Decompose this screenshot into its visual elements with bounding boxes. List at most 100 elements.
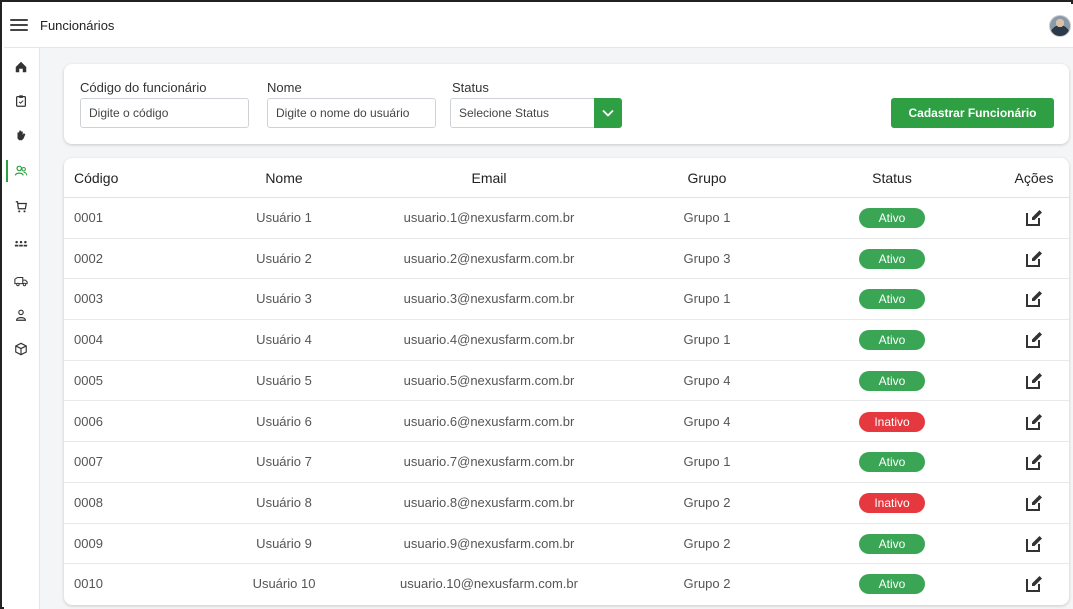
sidebar-item-hand[interactable] xyxy=(4,122,38,148)
register-employee-button[interactable]: Cadastrar Funcionário xyxy=(891,98,1054,128)
sidebar-item-truck[interactable] xyxy=(4,268,38,294)
cell-code: 0003 xyxy=(74,291,103,307)
status-badge: Ativo xyxy=(859,208,925,228)
cell-group: Grupo 2 xyxy=(683,576,731,592)
cell-name: Usuário 4 xyxy=(256,332,312,348)
code-filter-input[interactable]: Digite o código xyxy=(80,98,249,128)
edit-icon[interactable] xyxy=(1023,207,1045,229)
cell-email: usuario.5@nexusfarm.com.br xyxy=(403,372,575,388)
employees-table: Código Nome Email Grupo Status Ações 000… xyxy=(64,158,1069,605)
cell-name: Usuário 8 xyxy=(256,494,312,510)
cell-group: Grupo 1 xyxy=(683,210,731,225)
edit-icon[interactable] xyxy=(1023,451,1045,473)
status-badge: Ativo xyxy=(859,289,925,310)
group-icon xyxy=(14,240,28,247)
page-title: Funcionários xyxy=(40,18,115,33)
cell-code: 0005 xyxy=(74,372,103,388)
sidebar-item-home[interactable] xyxy=(4,54,38,80)
status-filter-select[interactable]: Selecione Status xyxy=(450,98,595,128)
status-badge: Inativo xyxy=(859,492,925,513)
column-header-code[interactable]: Código xyxy=(74,170,118,186)
edit-icon[interactable] xyxy=(1023,533,1045,555)
cell-email: usuario.3@nexusfarm.com.br xyxy=(403,291,575,307)
cell-email: usuario.7@nexusfarm.com.br xyxy=(403,454,575,470)
top-bar: Funcionários xyxy=(4,4,1073,48)
table-row[interactable]: 0007 Usuário 7 usuario.7@nexusfarm.com.br G… xyxy=(64,442,1069,483)
edit-icon[interactable] xyxy=(1023,288,1045,310)
cell-name: Usuário 10 xyxy=(252,576,316,592)
status-badge: Ativo xyxy=(859,330,925,351)
cell-group: Grupo 2 xyxy=(683,535,731,551)
cell-code: 0006 xyxy=(74,413,103,429)
table-row[interactable]: 0006 Usuário 6 usuario.6@nexusfarm.com.br G… xyxy=(64,402,1069,443)
name-filter-input[interactable]: Digite o nome do usuário xyxy=(267,98,436,128)
cell-code: 0007 xyxy=(74,454,103,470)
column-header-status[interactable]: Status xyxy=(872,170,912,186)
table-row[interactable]: 0009 Usuário 9 usuario.9@nexusfarm.com.br G… xyxy=(64,524,1069,565)
cell-name: Usuário 3 xyxy=(256,291,312,307)
sidebar xyxy=(4,48,40,609)
avatar[interactable] xyxy=(1049,15,1071,37)
cell-group: Grupo 4 xyxy=(683,413,731,429)
cell-code: 0002 xyxy=(74,250,103,266)
column-header-actions: Ações xyxy=(1014,170,1054,186)
truck-icon xyxy=(14,276,28,287)
edit-icon[interactable] xyxy=(1023,492,1045,514)
edit-icon[interactable] xyxy=(1023,248,1045,270)
status-badge: Inativo xyxy=(859,411,925,432)
sidebar-item-box[interactable] xyxy=(4,336,38,362)
hamburger-menu-icon[interactable] xyxy=(10,16,28,32)
cell-name: Usuário 9 xyxy=(256,535,312,551)
table-row[interactable]: 0003 Usuário 3 usuario.3@nexusfarm.com.br G… xyxy=(64,279,1069,321)
edit-icon[interactable] xyxy=(1023,370,1045,392)
sidebar-item-clipboard[interactable] xyxy=(4,88,38,114)
status-badge: Ativo xyxy=(859,370,925,391)
status-badge: Ativo xyxy=(859,248,925,269)
edit-icon[interactable] xyxy=(1023,411,1045,433)
cell-code: 0010 xyxy=(74,576,103,592)
app-window: Funcionários Código do funcionário Digit… xyxy=(0,0,1073,609)
column-header-email[interactable]: Email xyxy=(471,170,506,186)
chevron-down-icon xyxy=(602,109,614,117)
cell-group: Grupo 4 xyxy=(683,372,731,388)
status-badge: Ativo xyxy=(859,574,925,595)
cell-code: 0004 xyxy=(74,332,103,348)
users-icon xyxy=(14,165,28,176)
cell-name: Usuário 7 xyxy=(256,454,312,470)
cell-code: 0009 xyxy=(74,535,103,551)
cell-group: Grupo 1 xyxy=(683,332,731,348)
column-header-group[interactable]: Grupo xyxy=(688,170,727,186)
cell-code: 0008 xyxy=(74,494,103,510)
code-filter-label: Código do funcionário xyxy=(80,80,207,95)
table-row[interactable]: 0008 Usuário 8 usuario.8@nexusfarm.com.br G… xyxy=(64,483,1069,524)
box-icon xyxy=(15,342,27,356)
table-row[interactable]: 0002 Usuário 2 usuario.2@nexusfarm.com.br G… xyxy=(64,239,1069,280)
cell-email: usuario.4@nexusfarm.com.br xyxy=(403,332,575,348)
status-badge: Ativo xyxy=(859,452,925,473)
cell-name: Usuário 5 xyxy=(256,372,312,388)
cell-group: Grupo 2 xyxy=(683,494,731,510)
sidebar-item-user[interactable] xyxy=(4,302,38,328)
table-row[interactable]: 0010 Usuário 10 usuario.10@nexusfarm.com.b… xyxy=(64,564,1069,605)
cell-email: usuario.10@nexusfarm.com.br xyxy=(400,576,578,592)
table-row[interactable]: 0005 Usuário 5 usuario.5@nexusfarm.com.br G… xyxy=(64,361,1069,402)
clipboard-icon xyxy=(16,95,26,107)
sidebar-item-group[interactable] xyxy=(4,230,38,256)
cell-email: usuario.9@nexusfarm.com.br xyxy=(403,535,575,551)
cell-email: usuario.1@nexusfarm.com.br xyxy=(403,210,575,225)
status-badge: Ativo xyxy=(859,533,925,554)
column-header-name[interactable]: Nome xyxy=(265,170,302,186)
edit-icon[interactable] xyxy=(1023,329,1045,351)
hand-icon xyxy=(17,130,26,141)
cell-group: Grupo 1 xyxy=(683,454,731,470)
status-filter-label: Status xyxy=(452,80,489,95)
cell-name: Usuário 1 xyxy=(256,210,312,225)
sidebar-item-employees[interactable] xyxy=(4,158,38,184)
cart-icon xyxy=(15,201,27,213)
edit-icon[interactable] xyxy=(1023,573,1045,595)
table-row[interactable]: 0004 Usuário 4 usuario.4@nexusfarm.com.br G… xyxy=(64,320,1069,361)
name-filter-label: Nome xyxy=(267,80,302,95)
status-dropdown-toggle[interactable] xyxy=(594,98,622,128)
table-row[interactable]: 0001 Usuário 1 usuario.1@nexusfarm.com.br G… xyxy=(64,198,1069,239)
sidebar-item-cart[interactable] xyxy=(4,194,38,220)
